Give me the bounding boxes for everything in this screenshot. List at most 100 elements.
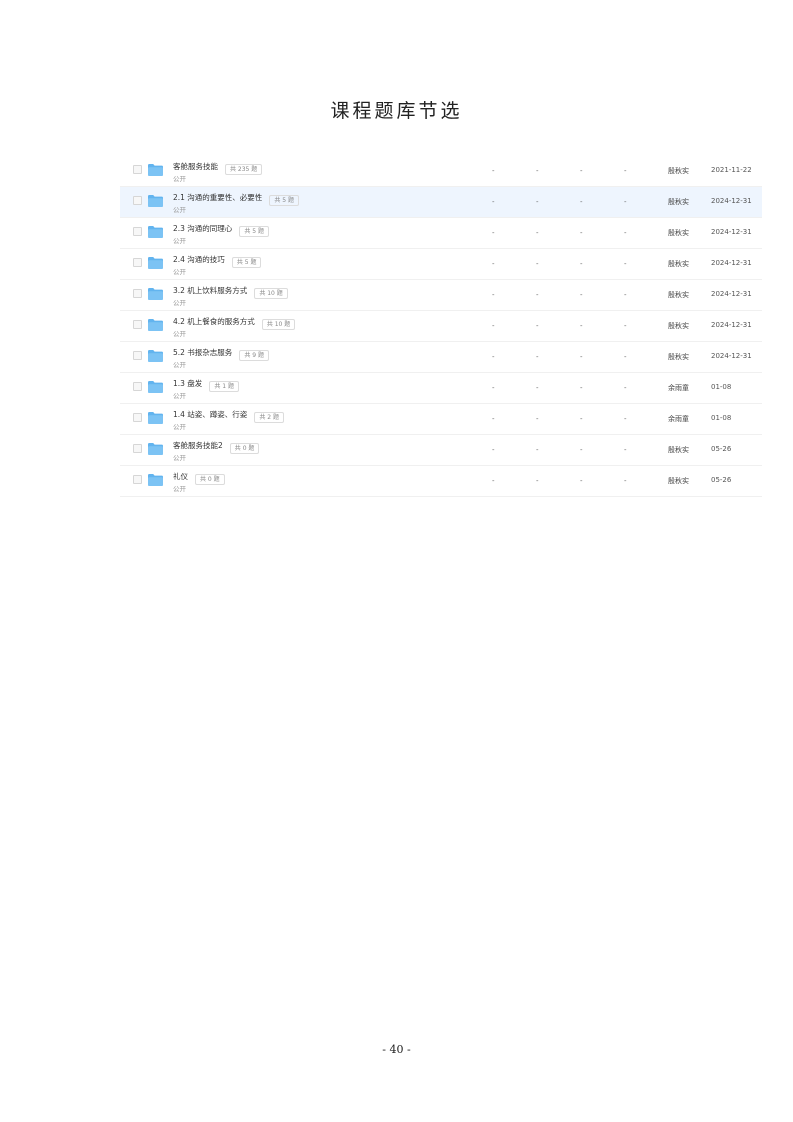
column-2-value: - — [536, 167, 539, 175]
item-name-line: 2.1 沟通的重要性、必要性共 5 题 — [173, 192, 299, 206]
updated-date: 2024-12-31 — [711, 197, 752, 205]
column-2-value: - — [536, 229, 539, 237]
column-1-value: - — [492, 229, 495, 237]
author-name: 殷秋实 — [668, 167, 689, 175]
author-name: 殷秋实 — [668, 446, 689, 454]
item-name[interactable]: 客舱服务技能 — [173, 162, 218, 171]
column-4-value: - — [624, 229, 627, 237]
column-2-value: - — [536, 322, 539, 330]
column-3-value: - — [580, 322, 583, 330]
visibility-label: 公开 — [173, 454, 186, 462]
author-name: 殷秋实 — [668, 260, 689, 268]
item-name-line: 礼仪共 0 题 — [173, 471, 225, 485]
list-item[interactable]: 2.1 沟通的重要性、必要性共 5 题 公开 - - - - 殷秋实 2024-… — [120, 187, 762, 218]
column-1-value: - — [492, 446, 495, 454]
list-item[interactable]: 5.2 书报杂志服务共 9 题 公开 - - - - 殷秋实 2024-12-3… — [120, 342, 762, 373]
updated-date: 01-08 — [711, 414, 732, 422]
row-checkbox[interactable] — [133, 444, 142, 453]
column-1-value: - — [492, 477, 495, 485]
folder-icon — [148, 319, 163, 331]
updated-date: 05-26 — [711, 476, 732, 484]
item-name[interactable]: 客舱服务技能2 — [173, 441, 223, 450]
list-item[interactable]: 2.3 沟通的同理心共 5 题 公开 - - - - 殷秋实 2024-12-3… — [120, 218, 762, 249]
column-1-value: - — [492, 353, 495, 361]
item-name[interactable]: 1.3 盘发 — [173, 379, 202, 388]
column-2-value: - — [536, 260, 539, 268]
list-item[interactable]: 4.2 机上餐食的服务方式共 10 题 公开 - - - - 殷秋实 2024-… — [120, 311, 762, 342]
question-count-badge: 共 2 题 — [254, 411, 284, 423]
folder-icon — [148, 195, 163, 207]
row-checkbox[interactable] — [133, 258, 142, 267]
list-item[interactable]: 礼仪共 0 题 公开 - - - - 殷秋实 05-26 — [120, 466, 762, 497]
item-name[interactable]: 1.4 站姿、蹲姿、行姿 — [173, 410, 247, 419]
folder-icon — [148, 412, 163, 424]
item-name[interactable]: 4.2 机上餐食的服务方式 — [173, 317, 255, 326]
item-name[interactable]: 2.1 沟通的重要性、必要性 — [173, 193, 262, 202]
column-4-value: - — [624, 477, 627, 485]
question-count-badge: 共 0 题 — [229, 442, 260, 454]
row-checkbox[interactable] — [133, 165, 142, 174]
item-name[interactable]: 2.3 沟通的同理心 — [173, 224, 232, 233]
column-1-value: - — [492, 198, 495, 206]
item-name-line: 1.4 站姿、蹲姿、行姿共 2 题 — [173, 409, 284, 423]
column-2-value: - — [536, 353, 539, 361]
updated-date: 05-26 — [711, 445, 732, 453]
list-item[interactable]: 客舱服务技能共 235 题 公开 - - - - 殷秋实 2021-11-22 — [120, 156, 762, 187]
question-bank-list: 客舱服务技能共 235 题 公开 - - - - 殷秋实 2021-11-22 … — [120, 156, 762, 497]
list-item[interactable]: 2.4 沟通的技巧共 5 题 公开 - - - - 殷秋实 2024-12-31 — [120, 249, 762, 280]
item-name[interactable]: 礼仪 — [173, 472, 188, 481]
item-name[interactable]: 2.4 沟通的技巧 — [173, 255, 225, 264]
question-count-badge: 共 235 题 — [225, 163, 263, 175]
column-3-value: - — [580, 384, 583, 392]
column-4-value: - — [624, 167, 627, 175]
column-2-value: - — [536, 415, 539, 423]
column-1-value: - — [492, 291, 495, 299]
row-checkbox[interactable] — [133, 289, 142, 298]
question-count-badge: 共 1 题 — [209, 380, 239, 392]
row-checkbox[interactable] — [133, 413, 142, 422]
item-name-line: 3.2 机上饮料服务方式共 10 题 — [173, 285, 288, 299]
column-4-value: - — [624, 322, 627, 330]
item-name[interactable]: 5.2 书报杂志服务 — [173, 348, 232, 357]
column-3-value: - — [580, 291, 583, 299]
item-name-line: 4.2 机上餐食的服务方式共 10 题 — [173, 316, 296, 330]
column-1-value: - — [492, 322, 495, 330]
item-name[interactable]: 3.2 机上饮料服务方式 — [173, 286, 247, 295]
column-3-value: - — [580, 415, 583, 423]
visibility-label: 公开 — [173, 330, 186, 338]
row-checkbox[interactable] — [133, 382, 142, 391]
column-4-value: - — [624, 415, 627, 423]
visibility-label: 公开 — [173, 392, 186, 400]
row-checkbox[interactable] — [133, 351, 142, 360]
list-item[interactable]: 客舱服务技能2 共 0 题 公开 - - - - 殷秋实 05-26 — [120, 435, 762, 466]
list-item[interactable]: 1.3 盘发共 1 题 公开 - - - - 余雨童 01-08 — [120, 373, 762, 404]
list-item[interactable]: 1.4 站姿、蹲姿、行姿共 2 题 公开 - - - - 余雨童 01-08 — [120, 404, 762, 435]
row-checkbox[interactable] — [133, 320, 142, 329]
item-name-line: 5.2 书报杂志服务共 9 题 — [173, 347, 269, 361]
updated-date: 01-08 — [711, 383, 732, 391]
question-count-badge: 共 10 题 — [254, 287, 288, 299]
column-1-value: - — [492, 260, 495, 268]
column-1-value: - — [492, 415, 495, 423]
column-3-value: - — [580, 167, 583, 175]
item-name-line: 客舱服务技能共 235 题 — [173, 161, 263, 175]
folder-icon — [148, 164, 163, 176]
row-checkbox[interactable] — [133, 196, 142, 205]
column-2-value: - — [536, 198, 539, 206]
column-2-value: - — [536, 291, 539, 299]
column-1-value: - — [492, 167, 495, 175]
column-3-value: - — [580, 353, 583, 361]
row-checkbox[interactable] — [133, 475, 142, 484]
visibility-label: 公开 — [173, 423, 186, 431]
list-item[interactable]: 3.2 机上饮料服务方式共 10 题 公开 - - - - 殷秋实 2024-1… — [120, 280, 762, 311]
folder-icon — [148, 474, 163, 486]
column-4-value: - — [624, 353, 627, 361]
visibility-label: 公开 — [173, 299, 186, 307]
column-4-value: - — [624, 291, 627, 299]
question-count-badge: 共 9 题 — [239, 349, 269, 361]
row-checkbox[interactable] — [133, 227, 142, 236]
column-4-value: - — [624, 384, 627, 392]
column-3-value: - — [580, 446, 583, 454]
updated-date: 2024-12-31 — [711, 321, 752, 329]
folder-icon — [148, 443, 163, 455]
